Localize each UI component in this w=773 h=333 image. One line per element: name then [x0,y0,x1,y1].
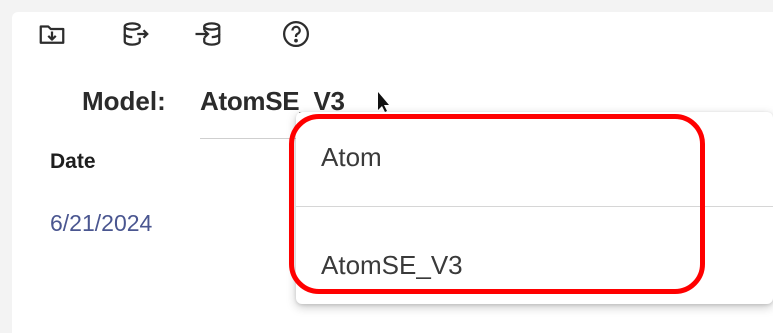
model-label: Model: [82,86,166,116]
database-export-icon[interactable] [120,18,152,50]
model-dropdown-menu: Atom AtomSE_V3 [296,112,773,304]
dropdown-option-atom[interactable]: Atom [296,112,773,206]
dropdown-option-label: Atom [321,142,382,172]
help-icon[interactable] [280,18,312,50]
model-select-underline [200,138,310,139]
column-header-date[interactable]: Date [50,150,96,174]
cursor-icon [378,92,389,112]
table-cell-date: 6/21/2024 [50,210,153,236]
dropdown-option-atomse-v3[interactable]: AtomSE_V3 [296,208,773,302]
database-import-icon[interactable] [192,18,224,50]
menu-divider [296,206,773,207]
folder-download-icon[interactable] [36,18,68,50]
dropdown-option-label: AtomSE_V3 [321,250,463,280]
